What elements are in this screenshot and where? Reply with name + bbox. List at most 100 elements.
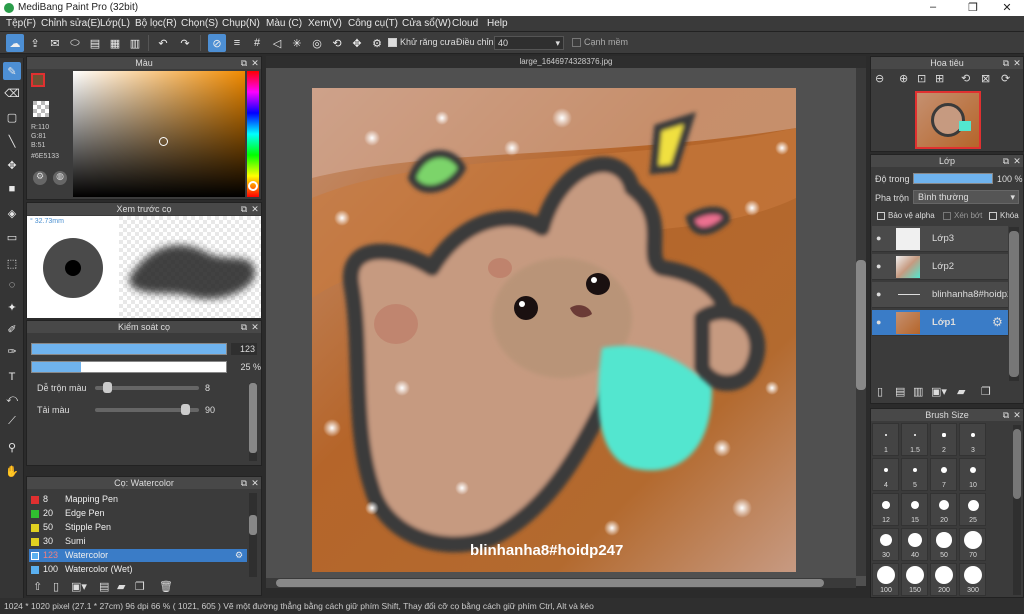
transparent-swatch[interactable] (33, 101, 49, 117)
panel-undock-icon[interactable]: ⧉ (239, 321, 249, 333)
hand-tool-icon[interactable]: ✋ (3, 462, 21, 480)
panel-undock-icon[interactable]: ⧉ (239, 57, 249, 69)
grid-icon[interactable]: ▦ (106, 34, 124, 52)
parallel-snap-icon[interactable]: ≡ (228, 34, 246, 52)
vanishing-snap-icon[interactable]: ✥ (348, 34, 366, 52)
new-halftone-layer-icon[interactable]: ▤ (895, 385, 905, 398)
radial-snap-icon[interactable]: ✳ (288, 34, 306, 52)
brush-size-value[interactable]: 123 (231, 343, 257, 355)
text-tool-icon[interactable]: T (3, 368, 21, 386)
menu-tools[interactable]: Công cụ(T) (348, 18, 398, 29)
add-brush-icon[interactable]: ▣▾ (71, 580, 87, 593)
cloud-brush-icon[interactable]: ⇧ (33, 580, 42, 593)
foreground-color-swatch[interactable] (31, 73, 45, 87)
brush-item-sumi[interactable]: 30 Sumi (29, 535, 247, 548)
panel-icon[interactable]: ▥ (126, 34, 144, 52)
close-button[interactable]: ✕ (992, 1, 1022, 15)
settings-gear-icon[interactable]: ⚙ (368, 34, 386, 52)
gradient-tool-icon[interactable]: ▭ (3, 228, 21, 246)
panel-undock-icon[interactable]: ⧉ (239, 203, 249, 215)
fit-window-icon[interactable]: ⊡ (917, 72, 926, 85)
layer-blend-dropdown[interactable]: Bình thường ▾ (913, 190, 1019, 204)
maximize-button[interactable]: ❐ (958, 1, 988, 15)
panel-close-icon[interactable]: ✕ (250, 203, 260, 215)
redo-icon[interactable]: ↷ (176, 34, 194, 52)
share-icon[interactable]: ⬭ (66, 34, 84, 52)
brush-item-mapping-pen[interactable]: 8 Mapping Pen (29, 493, 247, 506)
magic-wand-icon[interactable]: ✦ (3, 298, 21, 316)
brush-size-cell[interactable]: 70 (959, 528, 986, 561)
duplicate-layer-icon[interactable]: ❐ (981, 385, 991, 398)
brush-size-cell[interactable]: 150 (901, 563, 928, 596)
menu-snap[interactable]: Chụp(N) (222, 18, 260, 29)
export-icon[interactable]: ⇪ (26, 34, 44, 52)
eyedropper-tool-icon[interactable]: ⚲ (3, 438, 21, 456)
protect-alpha-checkbox[interactable] (877, 212, 885, 220)
hue-slider-handle[interactable] (248, 181, 258, 191)
operation-tool-icon[interactable]: ⤺ (3, 390, 21, 408)
layer-visibility-icon[interactable]: ● (876, 261, 881, 271)
select-tool-icon[interactable]: ⬚ (3, 254, 21, 272)
minimize-button[interactable]: – (918, 1, 948, 15)
select-pen-icon[interactable]: ✐ (3, 320, 21, 338)
menu-select[interactable]: Chọn(S) (181, 18, 218, 29)
artwork-image[interactable]: blinhanha8#hoidp247 (312, 88, 796, 572)
brush-size-cell[interactable]: 7 (930, 458, 957, 491)
divide-tool-icon[interactable]: ⟋ (3, 412, 21, 430)
brush-item-watercolor-wet[interactable]: 100 Watercolor (Wet) (29, 563, 247, 576)
rotate-right-icon[interactable]: ⟳ (1001, 72, 1010, 85)
move-tool-icon[interactable]: ✥ (3, 156, 21, 174)
bucket-tool-icon[interactable]: ◈ (3, 204, 21, 222)
lasso-tool-icon[interactable]: ◌ (3, 276, 21, 294)
color-picker-icon[interactable]: ◍ (53, 171, 67, 185)
brush-size-cell[interactable]: 40 (901, 528, 928, 561)
brush-size-cell[interactable]: 300 (959, 563, 986, 596)
menu-window[interactable]: Cửa sổ(W) (402, 18, 451, 29)
zoom-in-icon[interactable]: ⊕ (899, 72, 908, 85)
zoom-out-icon[interactable]: ⊖ (875, 72, 884, 85)
line-tool-icon[interactable]: ╲ (3, 132, 21, 150)
document-tab[interactable]: large_1646974328376.jpg (266, 56, 866, 68)
cloud-icon[interactable]: ☁ (6, 34, 24, 52)
brush-size-cell[interactable]: 25 (959, 493, 986, 526)
comment-icon[interactable]: ✉ (46, 34, 64, 52)
brush-tool-icon[interactable]: ✎ (3, 62, 21, 80)
layer-row-lop3[interactable]: ● Lớp3 (872, 226, 1008, 252)
panel-close-icon[interactable]: ✕ (250, 477, 260, 489)
brush-size-cell[interactable]: 100 (872, 563, 899, 596)
brush-size-cell[interactable]: 1 (872, 423, 899, 456)
menu-view[interactable]: Xem(V) (308, 18, 342, 29)
new-brush-icon[interactable]: ▯ (53, 580, 59, 593)
layer-row-lop2[interactable]: ● Lớp2 (872, 254, 1008, 280)
brush-control-scrollbar[interactable] (249, 383, 257, 461)
panel-close-icon[interactable]: ✕ (1012, 155, 1022, 167)
actual-size-icon[interactable]: ⊞ (935, 72, 944, 85)
brush-size-cell[interactable]: 4 (872, 458, 899, 491)
panel-undock-icon[interactable]: ⧉ (1001, 57, 1011, 69)
lock-checkbox[interactable] (989, 212, 997, 220)
panel-undock-icon[interactable]: ⧉ (239, 477, 249, 489)
layer-settings-gear-icon[interactable]: ⚙ (992, 315, 1003, 329)
smooth-edge-checkbox[interactable] (572, 38, 581, 47)
panel-undock-icon[interactable]: ⧉ (1001, 409, 1011, 421)
delete-brush-icon[interactable]: 🗑 (159, 580, 173, 593)
brush-size-cell[interactable]: 3 (959, 423, 986, 456)
canvas-vertical-scrollbar[interactable] (856, 68, 866, 576)
new-8bit-layer-icon[interactable]: ▥ (913, 385, 923, 398)
layers-scrollbar[interactable] (1009, 227, 1019, 381)
panel-undock-icon[interactable]: ⧉ (1001, 155, 1011, 167)
brush-size-scrollbar[interactable] (1013, 425, 1021, 595)
menu-color[interactable]: Màu (C) (266, 18, 302, 29)
palette-icon[interactable]: ⚙ (33, 171, 47, 185)
rectangle-tool-icon[interactable]: ▢ (3, 108, 21, 126)
brush-size-cell[interactable]: 10 (959, 458, 986, 491)
canvas-horizontal-scrollbar[interactable] (266, 578, 856, 588)
brush-size-cell[interactable]: 2 (930, 423, 957, 456)
layer-visibility-icon[interactable]: ● (876, 317, 881, 327)
navigator-thumbnail[interactable] (915, 91, 981, 149)
panel-close-icon[interactable]: ✕ (250, 321, 260, 333)
copy-brush-icon[interactable]: ▤ (99, 580, 109, 593)
new-layer-icon[interactable]: ▯ (877, 385, 883, 398)
hue-slider[interactable] (247, 71, 259, 197)
layer-visibility-icon[interactable]: ● (876, 289, 881, 299)
